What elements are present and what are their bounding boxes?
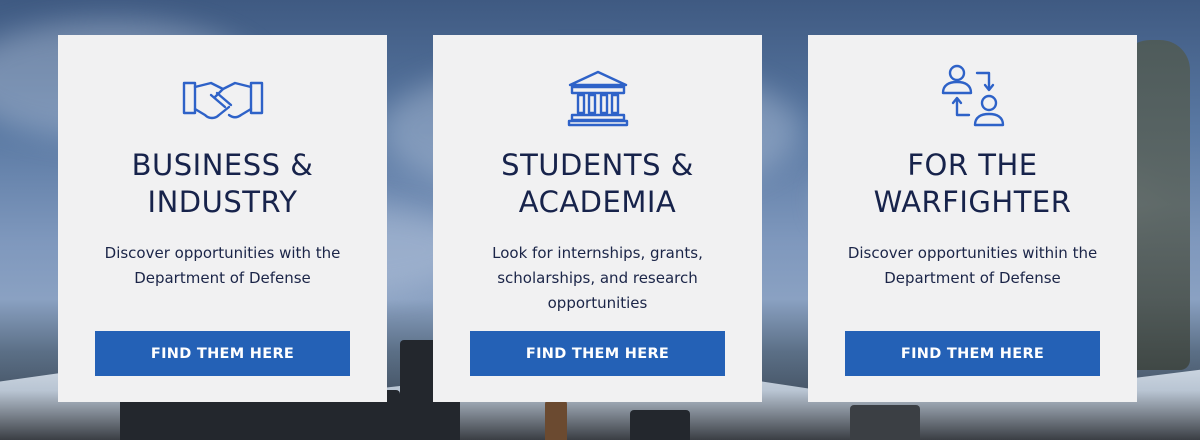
institution-icon — [553, 63, 643, 133]
card-title: STUDENTS & ACADEMIA — [501, 148, 694, 219]
card-for-the-warfighter: FOR THE WARFIGHTER Discover opportunitie… — [808, 35, 1137, 402]
find-them-here-button[interactable]: FIND THEM HERE — [845, 331, 1100, 376]
card-description: Discover opportunities within the Depart… — [847, 244, 1098, 287]
handshake-icon — [178, 63, 268, 133]
find-them-here-button[interactable]: FIND THEM HERE — [470, 331, 725, 376]
audience-cards: BUSINESS & INDUSTRY Discover opportuniti… — [58, 35, 1137, 402]
card-title: FOR THE WARFIGHTER — [873, 148, 1072, 219]
card-description: Look for internships, grants, scholarshi… — [492, 244, 703, 312]
card-business-industry: BUSINESS & INDUSTRY Discover opportuniti… — [58, 35, 387, 402]
people-exchange-icon — [928, 63, 1018, 133]
card-title: BUSINESS & INDUSTRY — [131, 148, 314, 219]
find-them-here-button[interactable]: FIND THEM HERE — [95, 331, 350, 376]
card-description: Discover opportunities with the Departme… — [104, 244, 341, 287]
card-students-academia: STUDENTS & ACADEMIA Look for internships… — [433, 35, 762, 402]
